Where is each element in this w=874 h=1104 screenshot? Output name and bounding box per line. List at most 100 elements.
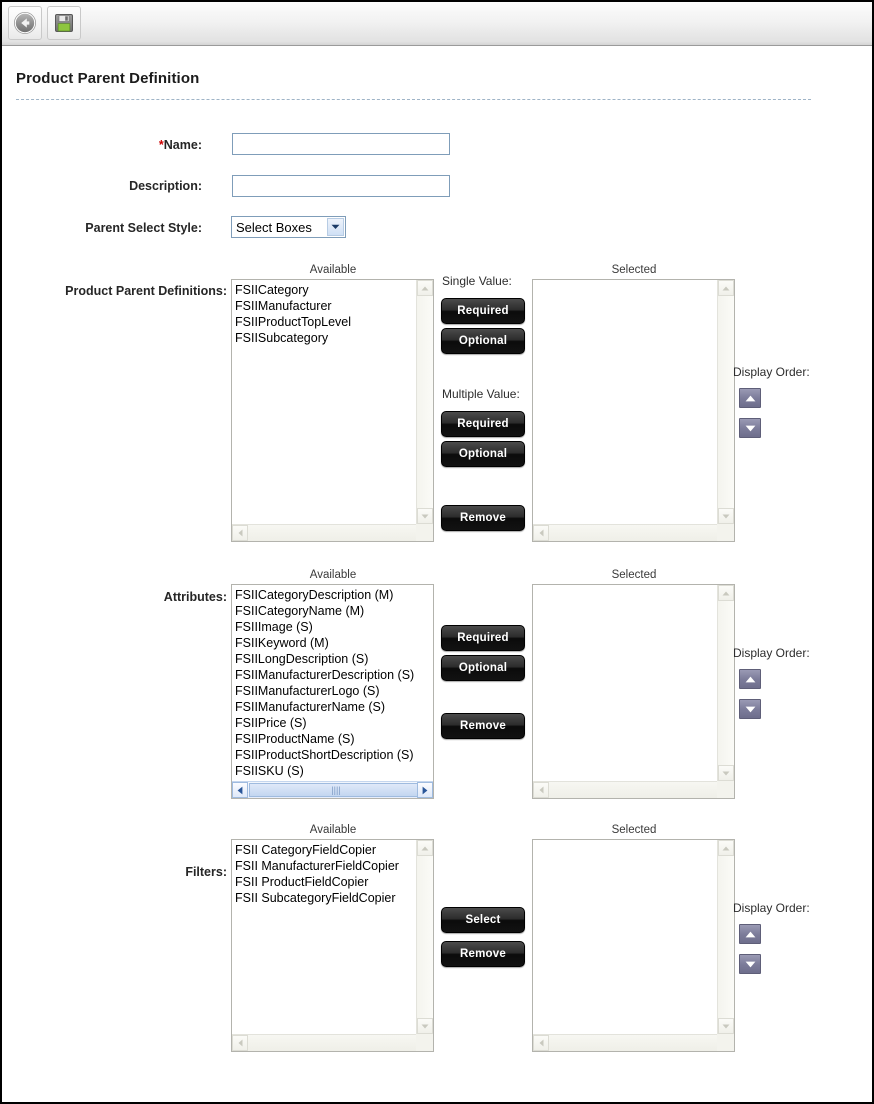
chevron-down-icon[interactable] <box>327 218 344 236</box>
product-parent-definitions-selected-list[interactable] <box>532 279 735 542</box>
list-item[interactable]: FSIICategory <box>235 282 416 298</box>
attributes-available-list[interactable]: FSIICategoryDescription (M) FSIICategory… <box>231 584 434 799</box>
horizontal-scrollbar[interactable] <box>232 1034 433 1051</box>
scroll-left-arrow-icon[interactable] <box>533 782 549 798</box>
list-item[interactable]: FSIIProductShortDescription (S) <box>235 747 432 763</box>
display-order-caption-1: Display Order: <box>733 365 810 379</box>
scroll-down-arrow-icon[interactable] <box>718 508 734 524</box>
scroll-down-arrow-icon[interactable] <box>417 1018 433 1034</box>
description-input[interactable] <box>232 175 450 197</box>
title-divider <box>16 99 811 100</box>
multiple-value-required-button[interactable]: Required <box>441 411 525 437</box>
list-item[interactable]: FSIICategoryDescription (M) <box>235 587 432 603</box>
scroll-down-arrow-icon[interactable] <box>718 1018 734 1034</box>
horizontal-scrollbar[interactable]: |||| <box>232 781 433 798</box>
scroll-left-arrow-icon[interactable] <box>232 1035 248 1051</box>
scroll-up-arrow-icon[interactable] <box>417 840 433 856</box>
attributes-remove-button[interactable]: Remove <box>441 713 525 739</box>
scroll-up-arrow-icon[interactable] <box>718 280 734 296</box>
display-order-up-button-2[interactable] <box>739 669 761 689</box>
scroll-right-arrow-icon[interactable] <box>417 782 433 798</box>
display-order-down-button-2[interactable] <box>739 699 761 719</box>
scroll-up-arrow-icon[interactable] <box>417 280 433 296</box>
display-order-caption-2: Display Order: <box>733 646 810 660</box>
filters-selected-list[interactable] <box>532 839 735 1052</box>
attributes-required-button[interactable]: Required <box>441 625 525 651</box>
horizontal-scrollbar[interactable] <box>533 524 734 541</box>
list-item[interactable]: FSIIProductTopLevel <box>235 314 416 330</box>
list-item[interactable]: FSIIManufacturerDescription (S) <box>235 667 432 683</box>
multiple-value-optional-button[interactable]: Optional <box>441 441 525 467</box>
name-label: *Name: <box>158 138 202 152</box>
selected-caption-2: Selected <box>611 569 657 581</box>
filters-available-list[interactable]: FSII CategoryFieldCopier FSII Manufactur… <box>231 839 434 1052</box>
list-items-container: FSII CategoryFieldCopier FSII Manufactur… <box>232 840 416 1034</box>
parent-select-style-label: Parent Select Style: <box>85 221 202 235</box>
vertical-scrollbar[interactable] <box>416 280 433 524</box>
move-up-arrow-icon <box>745 389 756 407</box>
vertical-scrollbar[interactable] <box>416 840 433 1034</box>
available-caption-3: Available <box>309 824 357 836</box>
save-button[interactable] <box>47 6 81 40</box>
parent-select-style-dropdown[interactable]: Select Boxes <box>231 216 346 238</box>
scroll-down-arrow-icon[interactable] <box>417 508 433 524</box>
filters-select-button[interactable]: Select <box>441 907 525 933</box>
available-caption-2: Available <box>309 569 357 581</box>
scroll-left-arrow-icon[interactable] <box>533 1035 549 1051</box>
list-items-container <box>533 280 717 524</box>
scrollbar-corner <box>416 1034 433 1051</box>
vertical-scrollbar[interactable] <box>717 840 734 1034</box>
scroll-up-arrow-icon[interactable] <box>718 585 734 601</box>
name-input[interactable] <box>232 133 450 155</box>
scroll-down-arrow-icon[interactable] <box>718 765 734 781</box>
display-order-up-button-1[interactable] <box>739 388 761 408</box>
product-parent-definitions-available-list[interactable]: FSIICategory FSIIManufacturer FSIIProduc… <box>231 279 434 542</box>
scrollbar-corner <box>717 524 734 541</box>
list-item[interactable]: FSIIPrice (S) <box>235 715 432 731</box>
list-item[interactable]: FSIIProductName (S) <box>235 731 432 747</box>
attributes-optional-button[interactable]: Optional <box>441 655 525 681</box>
display-order-caption-3: Display Order: <box>733 901 810 915</box>
list-item[interactable]: FSIISKU (S) <box>235 763 432 779</box>
back-arrow-icon <box>13 11 37 35</box>
list-item[interactable]: FSIICategoryName (M) <box>235 603 432 619</box>
display-order-down-button-3[interactable] <box>739 954 761 974</box>
back-button[interactable] <box>8 6 42 40</box>
product-parent-definitions-label: Product Parent Definitions: <box>65 284 227 298</box>
filters-remove-button[interactable]: Remove <box>441 941 525 967</box>
product-parent-definitions-remove-button[interactable]: Remove <box>441 505 525 531</box>
list-item[interactable]: FSII ProductFieldCopier <box>235 874 416 890</box>
scrollbar-corner <box>717 781 734 798</box>
scroll-left-arrow-icon[interactable] <box>232 782 248 798</box>
display-order-up-button-3[interactable] <box>739 924 761 944</box>
scroll-left-arrow-icon[interactable] <box>533 525 549 541</box>
horizontal-scrollbar[interactable] <box>232 524 433 541</box>
list-item[interactable]: FSIILongDescription (S) <box>235 651 432 667</box>
page-title: Product Parent Definition <box>16 70 200 87</box>
vertical-scrollbar[interactable] <box>717 280 734 524</box>
vertical-scrollbar[interactable] <box>717 585 734 781</box>
single-value-required-button[interactable]: Required <box>441 298 525 324</box>
list-item[interactable]: FSIIManufacturerName (S) <box>235 699 432 715</box>
list-item[interactable]: FSIIManufacturerLogo (S) <box>235 683 432 699</box>
horizontal-scroll-thumb[interactable]: |||| <box>249 783 423 797</box>
list-item[interactable]: FSII ManufacturerFieldCopier <box>235 858 416 874</box>
horizontal-scrollbar[interactable] <box>533 781 734 798</box>
list-item[interactable]: FSIIKeyword (M) <box>235 635 432 651</box>
attributes-selected-list[interactable] <box>532 584 735 799</box>
single-value-optional-button[interactable]: Optional <box>441 328 525 354</box>
toolbar <box>2 2 872 46</box>
list-item[interactable]: FSII CategoryFieldCopier <box>235 842 416 858</box>
list-items-container: FSIICategory FSIIManufacturer FSIIProduc… <box>232 280 416 524</box>
description-label: Description: <box>129 179 202 193</box>
list-item[interactable]: FSIIManufacturer <box>235 298 416 314</box>
list-item[interactable]: FSIIImage (S) <box>235 619 432 635</box>
list-item[interactable]: FSIISubcategory <box>235 330 416 346</box>
scroll-left-arrow-icon[interactable] <box>232 525 248 541</box>
scroll-up-arrow-icon[interactable] <box>718 840 734 856</box>
parent-select-style-value: Select Boxes <box>236 219 312 235</box>
display-order-down-button-1[interactable] <box>739 418 761 438</box>
horizontal-scrollbar[interactable] <box>533 1034 734 1051</box>
attributes-label: Attributes: <box>163 590 227 604</box>
list-item[interactable]: FSII SubcategoryFieldCopier <box>235 890 416 906</box>
